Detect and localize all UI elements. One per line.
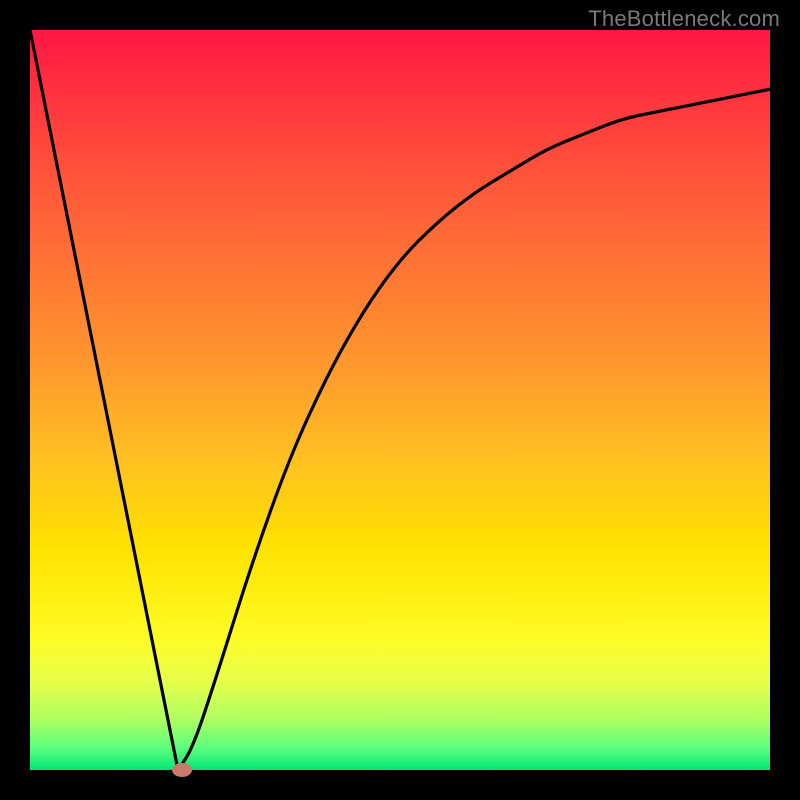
bottleneck-marker bbox=[172, 763, 192, 777]
bottleneck-curve bbox=[30, 30, 770, 770]
plot-area bbox=[30, 30, 770, 770]
watermark-text: TheBottleneck.com bbox=[588, 6, 780, 32]
chart-frame: TheBottleneck.com bbox=[0, 0, 800, 800]
